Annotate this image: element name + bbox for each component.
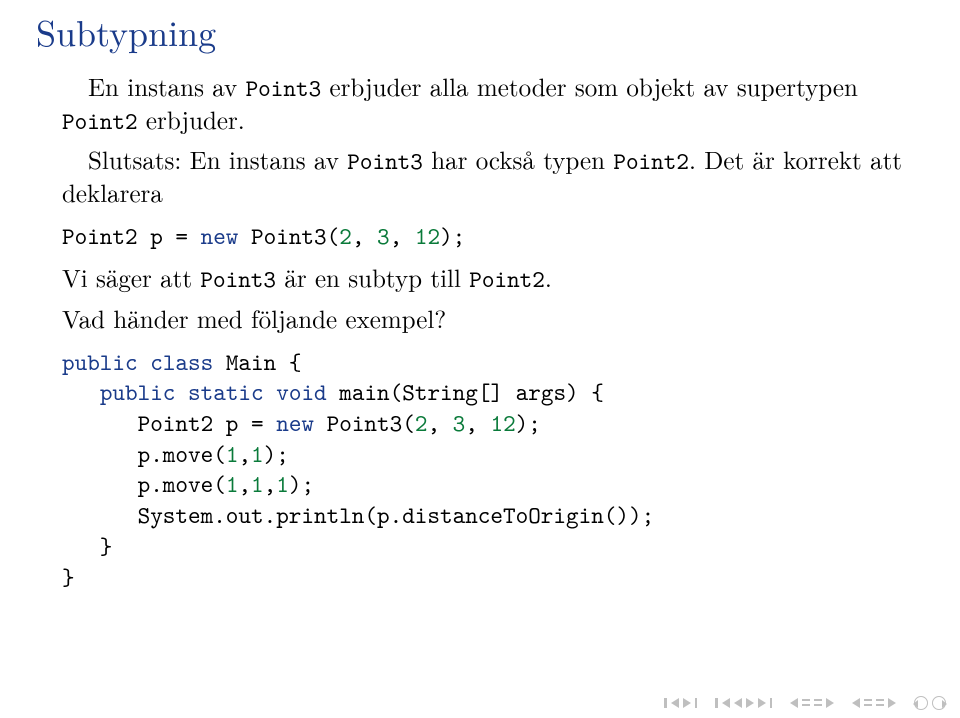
inline-code: Point2 [613,145,689,177]
code-text: Point3( [314,407,415,439]
code-text: ); [289,468,314,500]
code-text: , [238,438,251,470]
equals-icon [802,698,810,708]
code-pad [62,438,138,470]
number: 3 [453,407,466,439]
bar-icon [715,698,718,708]
code-text: System.out.println(p.distanceToOrigin())… [138,499,655,531]
inline-code: Point2 [469,263,545,295]
paragraph-1: En instans av Point3 erbjuder alla metod… [62,71,924,136]
arrowhead-left-icon [913,700,918,708]
triangle-right-icon [683,698,691,708]
text: har också typen [423,142,613,177]
code-text: Main { [213,346,301,378]
code-pad [62,468,138,500]
text: är en subtyp till [276,260,469,295]
number: 12 [490,407,515,439]
code-text: , [238,468,251,500]
keyword-void: void [276,376,326,408]
keyword-new: new [276,407,314,439]
triangle-right-icon [746,698,754,708]
slide-title: Subtypning [36,6,924,57]
keyword-public: public [62,346,138,378]
code-text: } [62,530,112,562]
paragraph-3: Vi säger att Point3 är en subtyp till Po… [62,262,924,295]
inline-code: Point3 [246,72,322,104]
keyword-public: public [100,376,176,408]
code-example: public class Main { public static void m… [62,347,924,593]
code-text: Point3( [238,220,339,252]
nav-first-group[interactable] [664,698,697,708]
inline-code: Point2 [62,105,138,137]
code-text: Point2 p = [62,220,201,252]
triangle-right-icon [826,698,834,708]
paragraph-2: Slutsats: En instans av Point3 har också… [62,144,924,209]
triangle-left-icon [790,698,798,708]
code-text: , [427,407,452,439]
code-text: ); [440,220,465,252]
circle-back-icon [914,696,928,710]
code-text: p.move( [138,468,226,500]
equals-icon [864,698,872,708]
keyword-static: static [188,376,264,408]
number: 12 [415,220,440,252]
text: . [545,260,552,295]
code-text: , [465,407,490,439]
bar-icon [664,698,667,708]
slide: Subtypning En instans av Point3 erbjuder… [0,0,960,718]
bar-icon [695,698,698,708]
nav-back-forward-group[interactable] [914,696,946,710]
code-text: , [352,220,377,252]
code-text: , [264,468,277,500]
code-text: } [62,561,75,593]
triangle-right-icon [888,698,896,708]
nav-subsection-group[interactable] [790,698,834,708]
number: 1 [251,438,264,470]
triangle-left-icon [734,698,742,708]
nav-section-group[interactable] [715,698,772,708]
code-text: ); [516,407,541,439]
code-text: main(String[] args) { [327,376,604,408]
text: erbjuder alla metoder som objekt av supe… [321,69,858,104]
nav-frame-group[interactable] [852,698,896,708]
keyword-new: new [201,220,239,252]
number: 2 [415,407,428,439]
number: 3 [377,220,390,252]
inline-code: Point3 [200,263,276,295]
paragraph-4: Vad händer med följande exempel? [62,303,924,335]
triangle-left-icon [722,698,730,708]
beamer-nav-footer [664,696,946,710]
text: En instans av [88,69,246,104]
number: 1 [226,468,239,500]
inline-code: Point3 [347,145,423,177]
keyword-class: class [150,346,213,378]
slide-body: En instans av Point3 erbjuder alla metod… [36,71,924,592]
triangle-left-icon [852,698,860,708]
code-pad [62,407,138,439]
number: 1 [251,468,264,500]
number: 1 [226,438,239,470]
triangle-left-icon [671,698,679,708]
code-pad [62,499,138,531]
triangle-right-icon [758,698,766,708]
text: erbjuder. [138,102,245,137]
code-text: , [390,220,415,252]
code-text: Point2 p = [138,407,277,439]
circle-forward-icon [932,696,946,710]
text: Slutsats: En instans av [88,142,347,177]
code-text: p.move( [138,438,226,470]
number: 1 [276,468,289,500]
code-pad [62,376,100,408]
bar-icon [770,698,773,708]
arrowhead-right-icon [942,700,947,708]
text: Vi säger att [62,260,200,295]
code-declaration: Point2 p = new Point3(2, 3, 12); [62,221,924,252]
code-text: ); [264,438,289,470]
number: 2 [339,220,352,252]
equals-icon [876,698,884,708]
equals-icon [814,698,822,708]
